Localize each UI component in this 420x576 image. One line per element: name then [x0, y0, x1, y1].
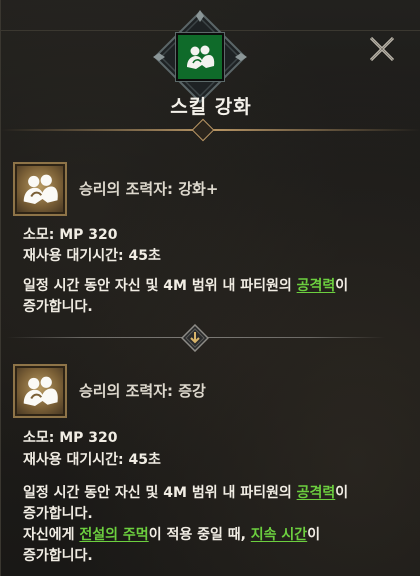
description-text: 이 [307, 527, 321, 543]
description-text: 일정 시간 동안 자신 및 4M 범위 내 파티원의 [23, 485, 297, 501]
skill-description-line: 증가합니다. [23, 548, 93, 564]
skill-description-line: 일정 시간 동안 자신 및 4M 범위 내 파티원의 공격력이 [23, 482, 348, 502]
skill-description-line: 자신에게 전설의 주먹이 적용 중일 때, 지속 시간이 [23, 524, 320, 544]
skill-cost: 소모: MP 320 [23, 430, 118, 446]
allies-icon [187, 45, 215, 69]
keyword-link-attack[interactable]: 공격력 [297, 485, 336, 501]
close-icon [369, 36, 395, 62]
skill-cost: 소모: MP 320 [23, 227, 118, 243]
description-text: 자신에게 [23, 527, 80, 543]
allies-icon [23, 376, 58, 406]
page-title: 스킬 강화 [170, 96, 252, 118]
section-divider [1, 320, 420, 356]
allies-icon [23, 174, 58, 204]
description-text: 일정 시간 동안 자신 및 4M 범위 내 파티원의 [23, 278, 297, 294]
description-text: 이 [335, 485, 349, 501]
skill-name: 승리의 조력자: 강화+ [79, 180, 219, 198]
skill-name: 승리의 조력자: 증강 [79, 382, 206, 400]
skill-cooldown: 재사용 대기시간: 45초 [23, 248, 161, 264]
description-text: 이 [335, 278, 349, 294]
skill-icon [13, 162, 67, 216]
description-text: 이 적용 중일 때, [148, 527, 251, 543]
title-divider [1, 118, 420, 142]
skill-description-line: 일정 시간 동안 자신 및 4M 범위 내 파티원의 공격력이 [23, 275, 348, 295]
skill-cooldown: 재사용 대기시간: 45초 [23, 452, 161, 468]
skill-emblem [153, 10, 247, 104]
enhance-arrow-icon [181, 324, 209, 352]
keyword-link-attack[interactable]: 공격력 [297, 278, 336, 294]
skill-main-icon [176, 33, 224, 81]
skill-icon [13, 364, 67, 418]
keyword-link-duration[interactable]: 지속 시간 [251, 527, 307, 543]
divider-gem-icon [191, 118, 215, 142]
keyword-link-legend-fist[interactable]: 전설의 주먹 [79, 527, 148, 543]
skill-description-line: 증가합니다. [23, 299, 93, 315]
close-button[interactable] [367, 34, 397, 64]
skill-enhance-panel: 스킬 강화 승리의 조력자: 강화+ 소모: MP 320 재사용 대기시간: … [0, 0, 420, 576]
skill-description-line: 증가합니다. [23, 506, 93, 522]
